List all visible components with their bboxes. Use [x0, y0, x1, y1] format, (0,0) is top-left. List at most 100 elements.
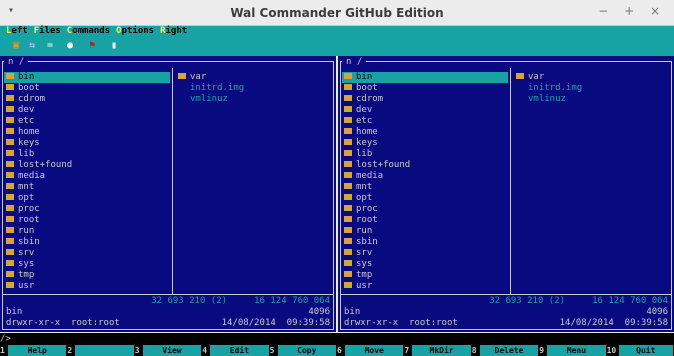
command-line[interactable]: /> [0, 333, 674, 345]
fkey-3-view[interactable]: 3 View [135, 345, 202, 356]
file-entry[interactable]: srv [4, 248, 170, 259]
fkey-7-mkdir[interactable]: 7 MkDir [404, 345, 471, 356]
file-entry[interactable]: boot [4, 83, 170, 94]
file-entry[interactable]: media [342, 171, 508, 182]
menu-item-left[interactable]: Left [6, 26, 28, 37]
file-entry[interactable]: tmp [4, 270, 170, 281]
file-entry[interactable]: bin [4, 72, 170, 83]
fkey-label [75, 345, 134, 356]
column-divider [510, 68, 511, 294]
file-name: lib [18, 149, 35, 159]
file-name: var [528, 72, 545, 82]
selected-size: 4096 [646, 307, 668, 317]
file-entry[interactable]: lost+found [342, 160, 508, 171]
file-name: vmlinuz [528, 94, 566, 104]
folder-icon [344, 237, 352, 244]
file-entry[interactable]: etc [342, 116, 508, 127]
panel-path: n / [4, 56, 29, 68]
fkey-6-move[interactable]: 6 Move [337, 345, 404, 356]
folder-icon [344, 259, 352, 266]
file-entry[interactable]: sbin [4, 237, 170, 248]
file-entry[interactable]: mnt [342, 182, 508, 193]
fkey-5-copy[interactable]: 5 Copy [270, 345, 336, 356]
file-entry[interactable]: keys [342, 138, 508, 149]
file-name: tmp [18, 270, 35, 280]
file-name: etc [356, 116, 373, 126]
fkey-9-menu[interactable]: 9 Menu [539, 345, 606, 356]
file-entry[interactable]: proc [4, 204, 170, 215]
menu-item-options[interactable]: Options [116, 26, 154, 37]
file-name: usr [18, 281, 35, 291]
file-name: boot [356, 83, 378, 93]
folder-icon [6, 226, 14, 233]
terminal-icon[interactable]: ▣ [10, 40, 22, 52]
menu-item-right[interactable]: Right [160, 26, 187, 37]
menu-label: ight [165, 26, 188, 36]
file-entry[interactable]: run [4, 226, 170, 237]
file-entry[interactable]: lost+found [4, 160, 170, 171]
file-entry[interactable]: bin [342, 72, 508, 83]
file-entry[interactable]: mnt [4, 182, 170, 193]
file-entry[interactable]: sys [342, 259, 508, 270]
file-entry[interactable]: boot [342, 83, 508, 94]
right-panel[interactable]: n / bin boot cdrom dev etc home keys lib lost+fo… [338, 56, 674, 332]
file-entry[interactable]: root [342, 215, 508, 226]
file-entry[interactable]: lib [4, 149, 170, 160]
file-name: opt [356, 193, 373, 203]
ftp-icon[interactable]: ▮ [108, 40, 120, 52]
menu-item-files[interactable]: Files [34, 26, 61, 37]
file-name: media [356, 171, 384, 181]
folder-icon [344, 105, 352, 112]
file-entry[interactable]: initrd.img [176, 83, 346, 94]
fkey-number: 7 [404, 346, 410, 355]
file-entry[interactable]: media [4, 171, 170, 182]
folder-icon [344, 83, 352, 90]
folder-icon [6, 281, 14, 288]
file-entry[interactable]: opt [4, 193, 170, 204]
file-entry[interactable]: home [342, 127, 508, 138]
file-entry[interactable]: var [514, 72, 670, 83]
panel-divider [340, 294, 672, 295]
folder-icon [6, 127, 14, 134]
file-entry[interactable]: tmp [342, 270, 508, 281]
file-entry[interactable]: home [4, 127, 170, 138]
file-entry[interactable]: usr [4, 281, 170, 292]
file-name: lost+found [356, 160, 411, 170]
file-entry[interactable]: srv [342, 248, 508, 259]
file-entry[interactable]: cdrom [342, 94, 508, 105]
folder-icon [344, 281, 352, 288]
file-entry[interactable]: cdrom [4, 94, 170, 105]
file-entry[interactable]: vmlinuz [176, 94, 346, 105]
file-entry[interactable]: sys [4, 259, 170, 270]
left-panel[interactable]: n / bin boot cdrom dev etc home keys lib lost+fo… [0, 56, 336, 332]
file-entry[interactable]: proc [342, 204, 508, 215]
file-name: proc [356, 204, 378, 214]
fkey-2[interactable]: 2 [67, 345, 134, 356]
file-entry[interactable]: dev [342, 105, 508, 116]
file-entry[interactable]: lib [342, 149, 508, 160]
fkey-4-edit[interactable]: 4 Edit [202, 345, 269, 356]
menu-item-commands[interactable]: Commands [67, 26, 110, 37]
file-entry[interactable]: run [342, 226, 508, 237]
file-name: lib [356, 149, 373, 159]
fkey-8-delete[interactable]: 8 Delete [472, 345, 539, 356]
file-entry[interactable]: dev [4, 105, 170, 116]
fkey-10-quit[interactable]: 10 Quit [607, 345, 673, 356]
window-controls[interactable]: − + × [598, 4, 666, 18]
file-entry[interactable]: opt [342, 193, 508, 204]
file-entry[interactable]: initrd.img [514, 83, 674, 94]
file-entry[interactable]: keys [4, 138, 170, 149]
folder-icon [6, 149, 14, 156]
column-divider [172, 68, 173, 294]
fkey-1-help[interactable]: 1 Help [0, 345, 67, 356]
flag-icon[interactable]: ⚑ [86, 40, 98, 52]
file-entry[interactable]: usr [342, 281, 508, 292]
search-icon[interactable]: ● [64, 40, 76, 52]
file-entry[interactable]: sbin [342, 237, 508, 248]
file-entry[interactable]: etc [4, 116, 170, 127]
compare-icon[interactable]: ⇆ [26, 40, 38, 52]
file-entry[interactable]: var [176, 72, 332, 83]
file-entry[interactable]: vmlinuz [514, 94, 674, 105]
file-entry[interactable]: root [4, 215, 170, 226]
equal-panels-icon[interactable]: = [44, 40, 56, 52]
